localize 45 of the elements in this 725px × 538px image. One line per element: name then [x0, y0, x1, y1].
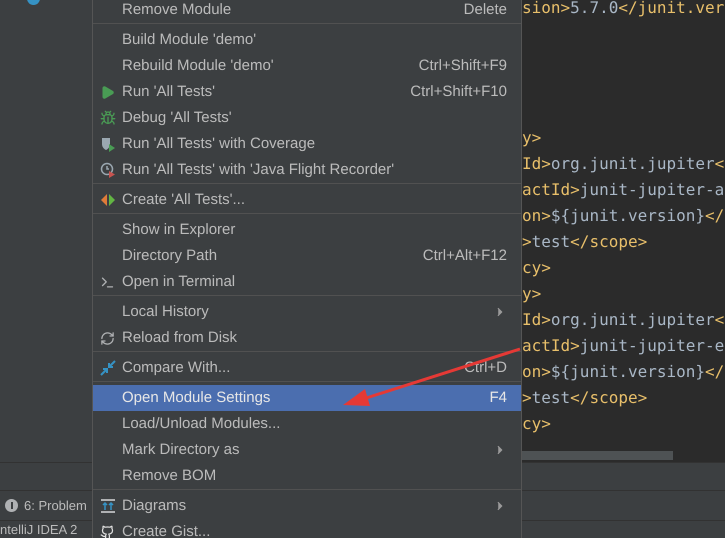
menu-item[interactable]: Run 'All Tests' Ctrl+Shift+F10 — [93, 79, 521, 105]
diagram-icon — [100, 498, 116, 514]
warning-icon — [5, 499, 18, 512]
play-icon — [100, 84, 115, 100]
code-line: on>${junit.version}</ — [522, 205, 725, 227]
menu-item[interactable]: Reload from Disk — [93, 325, 521, 351]
menu-item[interactable]: Diagrams — [93, 493, 521, 519]
menu-item[interactable]: Rebuild Module 'demo' Ctrl+Shift+F9 — [93, 53, 521, 79]
menu-item[interactable]: Run 'All Tests' with Coverage — [93, 131, 521, 157]
code-line: on>${junit.version}</ — [522, 361, 725, 383]
menu-item[interactable]: Open Module Settings F4 — [93, 385, 521, 411]
menu-item[interactable]: Debug 'All Tests' — [93, 105, 521, 131]
compare-arrows-icon — [100, 360, 116, 376]
bug-icon — [100, 110, 116, 126]
code-line: actId>junit-jupiter-a — [522, 179, 725, 201]
code-line: Id>org.junit.jupiter< — [522, 153, 725, 175]
code-line: >test</scope> — [522, 387, 648, 409]
menu-item[interactable]: Directory Path Ctrl+Alt+F12 — [93, 243, 521, 269]
menu-item[interactable]: Show in Explorer — [93, 217, 521, 243]
menu-item[interactable]: Create Gist... — [93, 519, 521, 538]
github-icon — [100, 524, 115, 538]
menu-item[interactable]: Remove Module Delete — [93, 0, 521, 23]
menu-item[interactable]: Build Module 'demo' — [93, 27, 521, 53]
menu-item[interactable]: Mark Directory as — [93, 437, 521, 463]
problems-tab[interactable]: 6: Problem — [24, 496, 87, 516]
terminal-icon — [100, 274, 115, 290]
status-text: ntelliJ IDEA 2 — [0, 522, 78, 537]
clock-play-icon — [100, 162, 116, 178]
shield-play-icon — [100, 136, 116, 152]
reload-icon — [100, 330, 115, 346]
menu-item[interactable]: Create 'All Tests'... — [93, 187, 521, 213]
code-line: actId>junit-jupiter-e — [522, 335, 725, 357]
menu-item[interactable]: Local History — [93, 299, 521, 325]
code-line: >test</scope> — [522, 231, 648, 253]
menu-item[interactable]: Run 'All Tests' with 'Java Flight Recorder' — [93, 157, 521, 183]
code-line: cy> — [522, 413, 552, 435]
code-line: y> — [522, 283, 542, 305]
menu-item[interactable]: Remove BOM — [93, 463, 521, 489]
menu-item[interactable]: Open in Terminal — [93, 269, 521, 295]
code-line: y> — [522, 127, 542, 149]
diamond-arrows-icon — [100, 193, 116, 207]
code-line: sion>5.7.0</junit.ver — [522, 0, 725, 19]
menu-item[interactable]: Load/Unload Modules... — [93, 411, 521, 437]
code-line: cy> — [522, 257, 552, 279]
code-line: Id>org.junit.jupiter< — [522, 309, 725, 331]
